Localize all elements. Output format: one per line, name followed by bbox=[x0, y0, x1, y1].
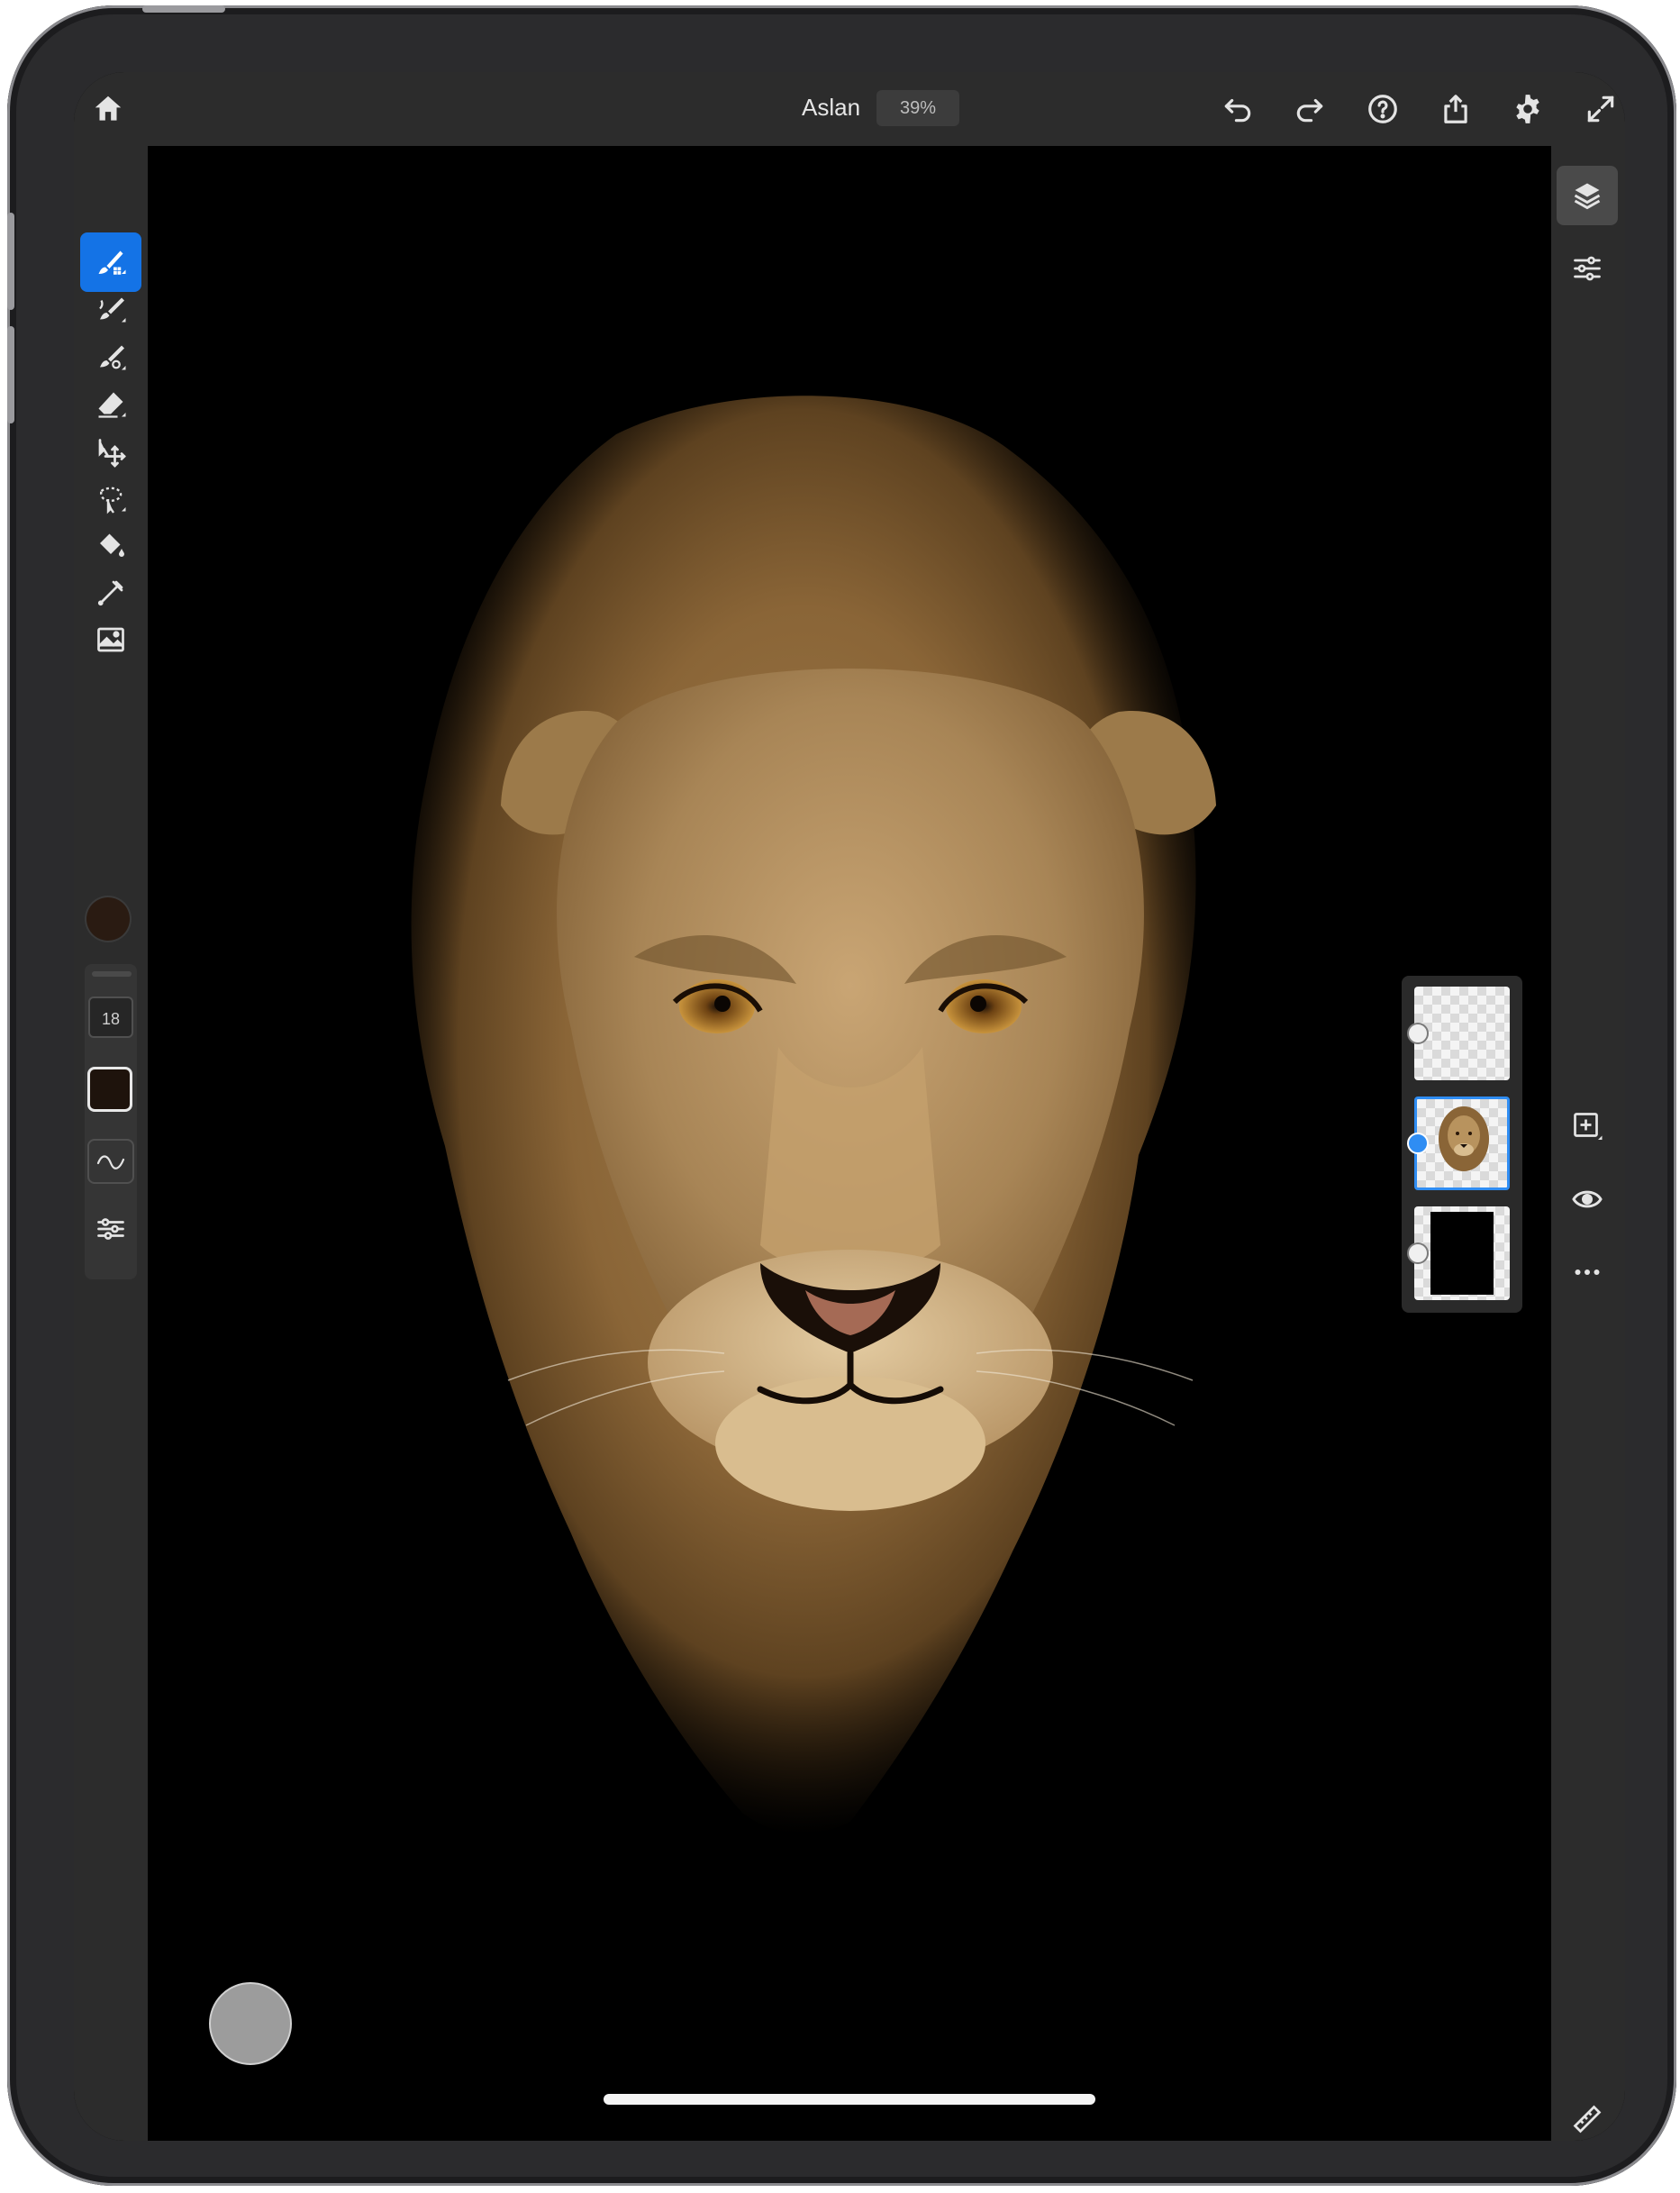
home-indicator[interactable] bbox=[604, 2094, 1095, 2105]
fill-icon[interactable] bbox=[91, 526, 131, 566]
layer-selected-dot[interactable] bbox=[1407, 1133, 1429, 1154]
volume-down-button bbox=[7, 326, 14, 423]
lion-artwork bbox=[411, 396, 1216, 1834]
home-icon[interactable] bbox=[88, 89, 128, 129]
drawing-canvas[interactable] bbox=[148, 146, 1551, 2141]
eyedropper-icon[interactable] bbox=[91, 573, 131, 613]
background-fill bbox=[1430, 1212, 1494, 1295]
live-brush-icon[interactable] bbox=[91, 290, 131, 330]
vector-brush-icon[interactable] bbox=[91, 338, 131, 378]
visibility-icon[interactable] bbox=[1567, 1179, 1607, 1219]
brush-size[interactable]: 18 bbox=[88, 996, 133, 1038]
group-divider bbox=[92, 971, 132, 977]
more-icon[interactable] bbox=[1567, 1252, 1607, 1292]
smoothing-icon bbox=[96, 1155, 125, 1169]
eraser-icon[interactable] bbox=[91, 385, 131, 424]
touch-shortcut[interactable] bbox=[209, 1982, 292, 2065]
layers-panel bbox=[1402, 976, 1522, 1313]
left-toolbar: 18 bbox=[74, 146, 148, 2141]
layers-icon[interactable] bbox=[1567, 176, 1607, 215]
help-icon[interactable] bbox=[1363, 89, 1403, 129]
right-toolbar bbox=[1551, 146, 1625, 2141]
top-toolbar: Aslan 39% bbox=[74, 72, 1625, 148]
pixel-brush-icon[interactable] bbox=[91, 243, 131, 283]
tablet-frame: Aslan 39% 18 bbox=[7, 5, 1676, 2186]
layer-visibility-dot[interactable] bbox=[1407, 1242, 1429, 1264]
ruler-icon[interactable] bbox=[1567, 2099, 1607, 2139]
redo-icon[interactable] bbox=[1290, 89, 1330, 129]
fullscreen-icon[interactable] bbox=[1581, 89, 1621, 129]
image-icon[interactable] bbox=[91, 620, 131, 660]
brush-settings-icon[interactable] bbox=[91, 1209, 131, 1249]
selection-icon[interactable] bbox=[91, 479, 131, 519]
volume-up-button bbox=[7, 213, 14, 310]
active-color-swatch[interactable] bbox=[87, 1067, 132, 1112]
top-button bbox=[142, 5, 225, 13]
layer-properties-icon[interactable] bbox=[1567, 249, 1607, 288]
smoothing-button[interactable] bbox=[87, 1139, 134, 1184]
transform-icon[interactable] bbox=[91, 432, 131, 472]
undo-icon[interactable] bbox=[1218, 89, 1258, 129]
app-screen: Aslan 39% 18 bbox=[74, 72, 1625, 2141]
color-picker[interactable] bbox=[86, 897, 130, 941]
share-icon[interactable] bbox=[1436, 89, 1476, 129]
lion-thumbnail bbox=[1439, 1106, 1489, 1171]
add-layer-icon[interactable] bbox=[1567, 1106, 1607, 1146]
settings-icon[interactable] bbox=[1508, 89, 1548, 129]
layer-visibility-dot[interactable] bbox=[1407, 1023, 1429, 1044]
zoom-level[interactable]: 39% bbox=[876, 90, 959, 126]
document-title[interactable]: Aslan bbox=[802, 92, 860, 123]
